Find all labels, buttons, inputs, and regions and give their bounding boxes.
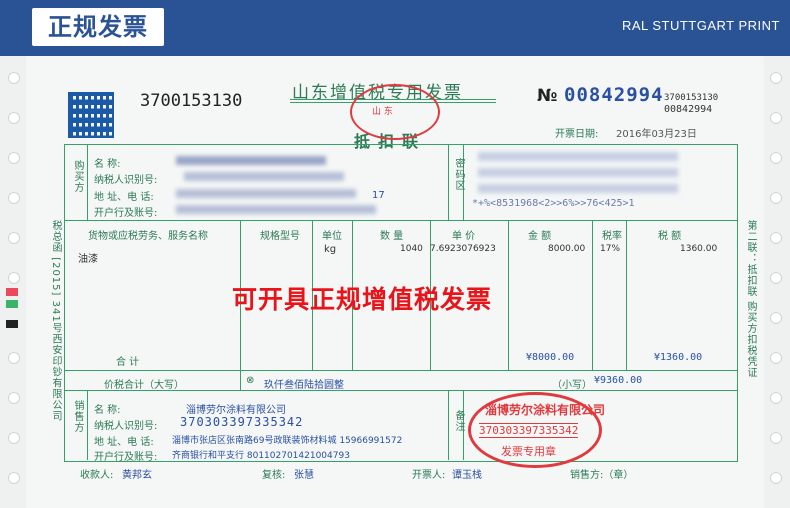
- seller-address-label: 地 址、电 话:: [94, 437, 154, 448]
- feed-hole: [770, 392, 782, 404]
- invoice-number-small: 00842994: [664, 104, 713, 115]
- feed-hole: [8, 392, 20, 404]
- seller-name-label: 名 称:: [94, 405, 121, 416]
- buyer-taxid-redacted: [184, 172, 344, 181]
- top-banner: 正规发票 RAL STUTTGART PRINT: [0, 0, 790, 56]
- seal-company: 淄博劳尔涂料有限公司: [485, 403, 606, 417]
- feed-hole: [8, 112, 20, 124]
- page-title: 正规发票: [32, 8, 164, 46]
- seller-name: 淄博劳尔涂料有限公司: [186, 405, 286, 416]
- item-name: 油漆: [78, 254, 98, 265]
- feed-hole: [770, 312, 782, 324]
- feed-hole: [770, 152, 782, 164]
- feed-hole: [770, 352, 782, 364]
- cipher-line-4: *+%<8531968<2>>6%>>76<425>1: [472, 198, 635, 209]
- feed-hole: [8, 152, 20, 164]
- feed-hole: [8, 232, 20, 244]
- item-qty: 1040: [400, 244, 423, 254]
- feed-hole: [8, 72, 20, 84]
- col-rate: 税率: [602, 231, 622, 242]
- item-rate: 17%: [600, 244, 621, 254]
- feed-hole: [770, 432, 782, 444]
- seller-bank: 齐商银行和平支行 801102701421004793: [172, 451, 350, 461]
- feed-hole: [8, 472, 20, 484]
- feed-hole: [770, 72, 782, 84]
- feed-hole: [8, 272, 20, 284]
- seller-taxid-label: 纳税人识别号:: [94, 421, 158, 432]
- seller-address: 淄博市张店区张南路69号政联装饰材料城 15966991572: [172, 436, 403, 446]
- buyer-name-label: 名 称:: [94, 159, 121, 170]
- feed-hole: [770, 472, 782, 484]
- buyer-address-label: 地 址、电 话:: [94, 192, 154, 203]
- seller-section-label: 销售方: [72, 400, 83, 433]
- col-unit: 单位: [322, 231, 342, 242]
- grand-small-label: （小写）: [552, 380, 592, 391]
- feed-hole: [8, 432, 20, 444]
- buyer-name-redacted: [176, 156, 326, 165]
- grand-total-amount: ¥9360.00: [594, 375, 643, 386]
- feed-hole: [770, 232, 782, 244]
- seller-taxid: 370303397335342: [180, 415, 304, 429]
- left-margin-text: 税总函 [2015] 341号西安印钞有限公司: [50, 220, 61, 422]
- tax-bureau-seal: 山 东: [350, 84, 440, 140]
- color-mark-green: [6, 300, 18, 308]
- item-unit: kg: [324, 244, 337, 255]
- buyer-address-redacted: [176, 189, 356, 198]
- issue-date: 2016年03月23日: [616, 129, 697, 140]
- buyer-bank-label: 开户行及账号:: [94, 208, 158, 219]
- total-tax: ¥1360.00: [654, 352, 703, 363]
- col-price: 单 价: [452, 231, 476, 242]
- cipher-line-redacted: [478, 184, 678, 193]
- checker-label: 复核:: [262, 470, 286, 481]
- col-qty: 数 量: [380, 231, 404, 242]
- color-mark-red: [6, 288, 18, 296]
- buyer-section-label: 购买方: [72, 160, 83, 193]
- cipher-line-redacted: [478, 168, 678, 177]
- col-spec: 规格型号: [260, 231, 300, 242]
- number-symbol: №: [537, 86, 558, 106]
- item-price: 7.6923076923: [430, 244, 496, 254]
- seller-chop-label: 销售方:（章）: [570, 470, 634, 481]
- payee-name: 黄邦玄: [122, 470, 152, 481]
- total-amount: ¥8000.00: [526, 352, 575, 363]
- promo-overlay: 可开具正规增值税发票: [232, 285, 493, 314]
- col-goods: 货物或应税劳务、服务名称: [88, 231, 208, 242]
- invoice-number: 00842994: [564, 84, 664, 106]
- feed-hole: [770, 112, 782, 124]
- checker-name: 张慧: [294, 470, 314, 481]
- grand-total-words: 玖仟叁佰陆拾圆整: [264, 380, 344, 391]
- invoice-code-small: 3700153130: [664, 93, 719, 103]
- right-margin-text: 第二联：抵扣联 购买方扣税凭证: [745, 220, 756, 379]
- buyer-bank-redacted: [176, 205, 376, 214]
- brand-name: RAL STUTTGART PRINT: [621, 18, 780, 33]
- seller-bank-label: 开户行及账号:: [94, 452, 158, 463]
- remark-label: 备注: [453, 410, 464, 432]
- seller-invoice-seal: 淄博劳尔涂料有限公司 370303397335342 发票专用章: [468, 392, 606, 468]
- item-amount: 8000.00: [548, 244, 586, 254]
- item-tax: 1360.00: [680, 244, 718, 254]
- cipher-section-label: 密码区: [453, 158, 464, 191]
- seal-text: 发票专用章: [501, 445, 556, 458]
- buyer-taxid-label: 纳税人识别号:: [94, 175, 158, 186]
- drawer-name: 谭玉栈: [452, 470, 482, 481]
- feed-hole: [8, 192, 20, 204]
- payee-label: 收款人:: [80, 470, 114, 481]
- seal-taxid: 370303397335342: [479, 423, 579, 438]
- col-amount: 金 额: [528, 231, 552, 242]
- drawer-label: 开票人:: [412, 470, 446, 481]
- grand-total-label: 价税合计（大写）: [104, 380, 184, 391]
- feed-hole: [770, 272, 782, 284]
- qr-code-icon: [68, 92, 114, 138]
- grand-words-icon: ⊗: [246, 375, 255, 386]
- feed-hole: [8, 352, 20, 364]
- buyer-address-tail: 17: [372, 190, 385, 201]
- total-label: 合 计: [116, 357, 140, 368]
- color-mark-black: [6, 320, 18, 328]
- col-tax: 税 额: [658, 231, 682, 242]
- invoice-code: 3700153130: [140, 91, 243, 111]
- issue-date-label: 开票日期:: [555, 129, 599, 140]
- cipher-line-redacted: [478, 152, 678, 161]
- feed-hole: [770, 192, 782, 204]
